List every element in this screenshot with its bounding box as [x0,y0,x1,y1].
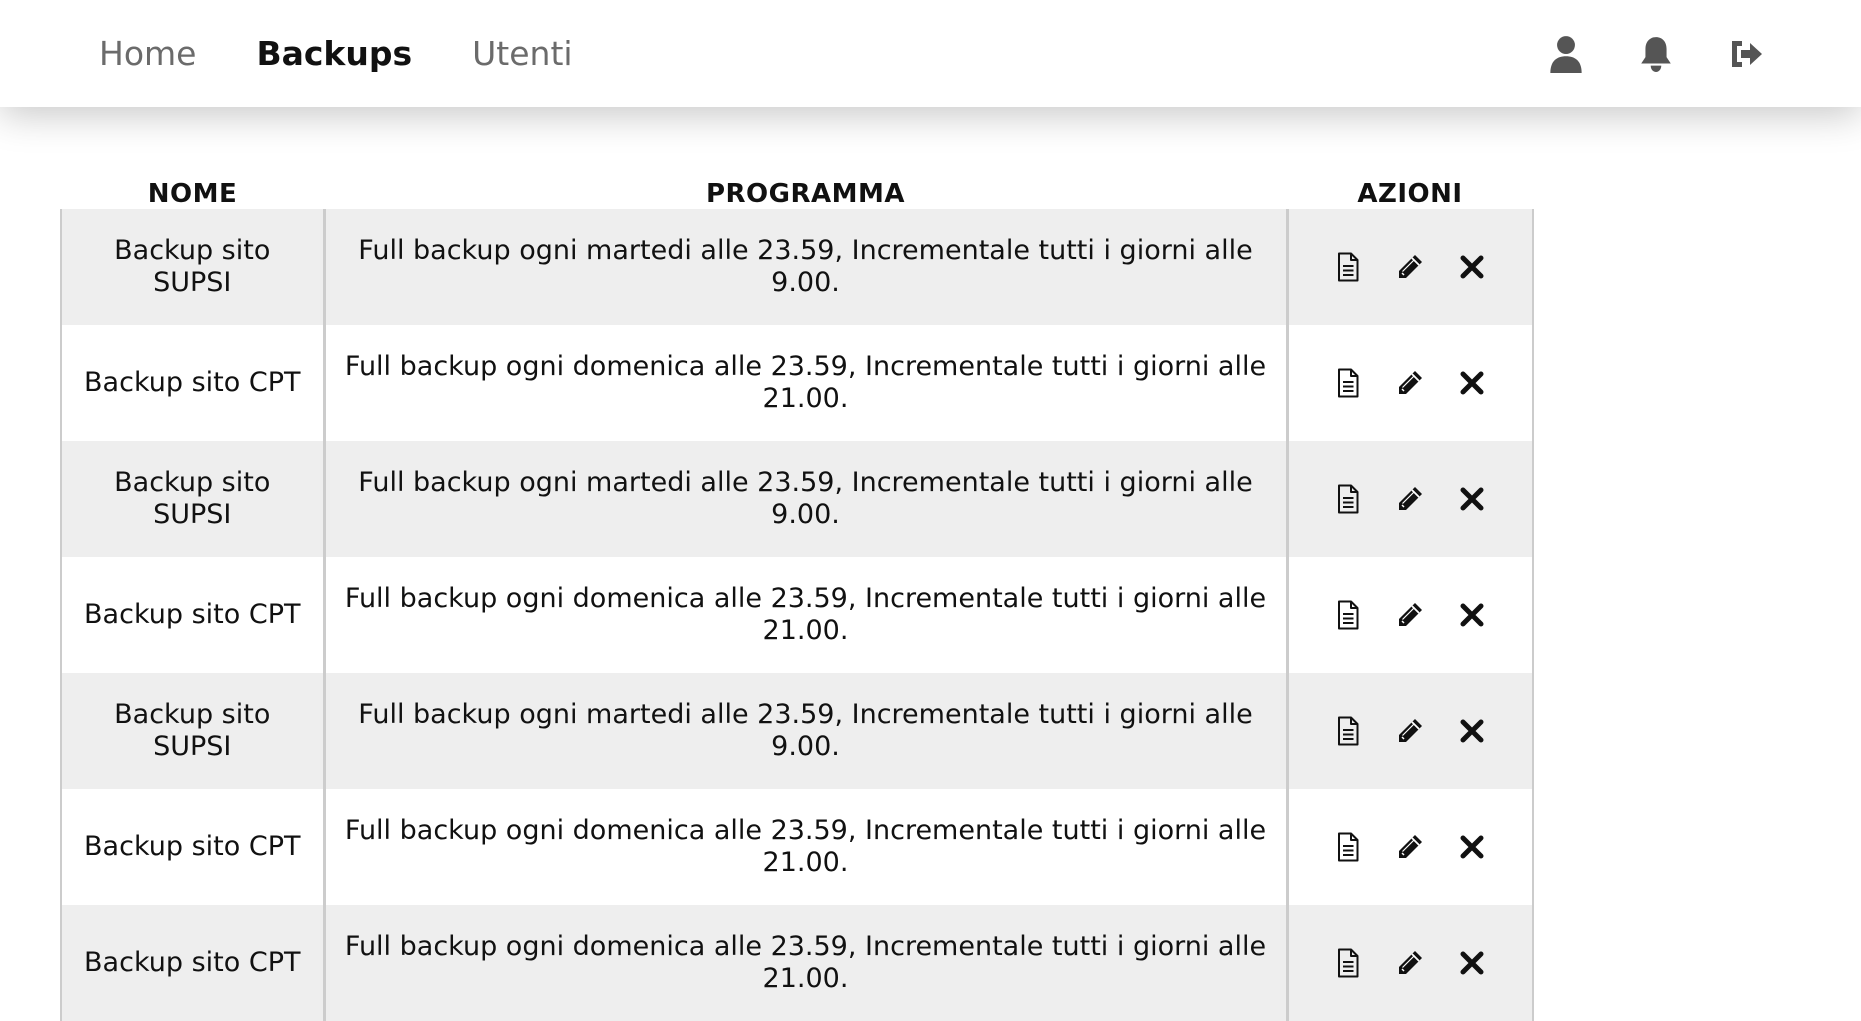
backup-program-cell: Full backup ogni martedi alle 23.59, Inc… [324,673,1289,789]
backups-table-container: NOME PROGRAMMA AZIONI Backup sito SUPSI … [60,170,1534,1021]
close-icon[interactable] [1456,715,1488,747]
document-icon[interactable] [1332,483,1364,515]
table-row: Backup sito CPT Full backup ogni domenic… [60,905,1534,1021]
backup-name-cell: Backup sito SUPSI [60,441,326,557]
close-icon[interactable] [1456,599,1488,631]
nav-link-home[interactable]: Home [99,34,196,73]
pencil-icon[interactable] [1394,367,1426,399]
table-row: Backup sito CPT Full backup ogni domenic… [60,557,1534,673]
backup-actions-cell [1287,325,1534,441]
backup-name-cell: Backup sito CPT [60,789,326,905]
column-header-name: NOME [147,179,238,209]
table-row: Backup sito CPT Full backup ogni domenic… [60,325,1534,441]
user-icon[interactable] [1546,34,1586,74]
document-icon[interactable] [1332,947,1364,979]
close-icon[interactable] [1456,251,1488,283]
close-icon[interactable] [1456,483,1488,515]
backup-program-cell: Full backup ogni domenica alle 23.59, In… [324,789,1289,905]
row-actions [1303,251,1519,283]
table-header-row: NOME PROGRAMMA AZIONI [61,170,1533,209]
backup-actions-cell [1287,441,1534,557]
backup-program-cell: Full backup ogni domenica alle 23.59, In… [324,905,1289,1021]
row-actions [1303,483,1519,515]
document-icon[interactable] [1332,831,1364,863]
backup-program-cell: Full backup ogni domenica alle 23.59, In… [324,325,1289,441]
pencil-icon[interactable] [1394,599,1426,631]
document-icon[interactable] [1332,715,1364,747]
document-icon[interactable] [1332,367,1364,399]
backups-table: NOME PROGRAMMA AZIONI Backup sito SUPSI … [60,170,1534,1021]
backup-program-cell: Full backup ogni domenica alle 23.59, In… [324,557,1289,673]
pencil-icon[interactable] [1394,831,1426,863]
pencil-icon[interactable] [1394,715,1426,747]
table-row: Backup sito CPT Full backup ogni domenic… [60,789,1534,905]
pencil-icon[interactable] [1394,483,1426,515]
nav-link-backups[interactable]: Backups [256,34,412,73]
document-icon[interactable] [1332,251,1364,283]
pencil-icon[interactable] [1394,947,1426,979]
row-actions [1303,367,1519,399]
row-actions [1303,715,1519,747]
close-icon[interactable] [1456,947,1488,979]
column-header-actions: AZIONI [1357,179,1463,209]
table-row: Backup sito SUPSI Full backup ogni marte… [60,209,1534,325]
top-navbar: Home Backups Utenti [0,0,1861,107]
backup-actions-cell [1287,209,1534,325]
backup-actions-cell [1287,905,1534,1021]
nav-link-utenti[interactable]: Utenti [472,34,572,73]
bell-icon[interactable] [1636,34,1676,74]
pencil-icon[interactable] [1394,251,1426,283]
backup-actions-cell [1287,789,1534,905]
column-header-program: PROGRAMMA [705,179,906,209]
backup-name-cell: Backup sito CPT [60,905,326,1021]
nav-icons [1496,0,1766,107]
table-body: Backup sito SUPSI Full backup ogni marte… [60,209,1534,1021]
row-actions [1303,599,1519,631]
logout-icon[interactable] [1726,34,1766,74]
backup-name-cell: Backup sito SUPSI [60,673,326,789]
backup-name-cell: Backup sito CPT [60,325,326,441]
backup-name-cell: Backup sito SUPSI [60,209,326,325]
row-actions [1303,831,1519,863]
close-icon[interactable] [1456,367,1488,399]
backup-name-cell: Backup sito CPT [60,557,326,673]
document-icon[interactable] [1332,599,1364,631]
table-row: Backup sito SUPSI Full backup ogni marte… [60,673,1534,789]
table-row: Backup sito SUPSI Full backup ogni marte… [60,441,1534,557]
backup-program-cell: Full backup ogni martedi alle 23.59, Inc… [324,209,1289,325]
row-actions [1303,947,1519,979]
close-icon[interactable] [1456,831,1488,863]
backup-actions-cell [1287,673,1534,789]
nav-links: Home Backups Utenti [99,0,633,107]
backup-actions-cell [1287,557,1534,673]
backup-program-cell: Full backup ogni martedi alle 23.59, Inc… [324,441,1289,557]
